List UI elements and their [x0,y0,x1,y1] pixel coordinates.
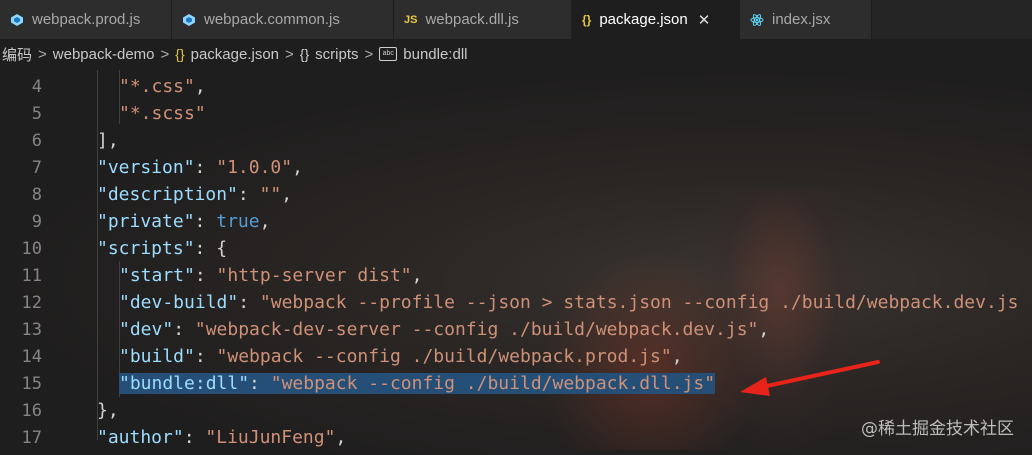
breadcrumb: 编码 > webpack-demo > {} package.json > {}… [0,39,1032,69]
string-token: "" [259,184,282,205]
key-token: "dev" [119,319,174,340]
webpack-icon [182,13,196,27]
punctuation: { [216,238,228,259]
chevron-right-icon: > [160,45,170,63]
key-token: "start" [119,265,195,286]
string-token: "*.css" [119,76,195,97]
line-number: 11 [21,265,42,286]
key-token: "private" [97,211,195,232]
line-number: 4 [31,76,42,97]
key-token: "dev-build" [119,292,239,313]
code-line: 9 "private": true, [0,208,1032,235]
string-token: "webpack-dev-server --config ./build/web… [194,319,759,340]
boolean-token: true [216,211,260,232]
key-token: "scripts" [97,238,195,259]
tab-webpack-dll[interactable]: JS webpack.dll.js [394,0,572,39]
key-token: "version" [97,157,195,178]
breadcrumb-item-file[interactable]: package.json [191,46,279,63]
punctuation: : [194,157,217,178]
punctuation: : [173,319,195,340]
tab-label: webpack.prod.js [32,11,141,28]
json-icon: {} [175,46,185,62]
string-token: "LiuJunFeng" [205,427,336,448]
json-icon: {} [582,12,592,27]
string-token: "*.scss" [119,103,206,124]
tab-webpack-prod[interactable]: webpack.prod.js [0,0,172,39]
punctuation: : [194,238,217,259]
text-selection[interactable]: "bundle:dll": "webpack --config ./build/… [119,373,716,394]
code-line: 13 "dev": "webpack-dev-server --config .… [0,316,1032,343]
key-token: "bundle:dll" [119,373,250,394]
chevron-right-icon: > [285,45,294,63]
string-property-icon: abc [379,47,398,61]
object-icon: {} [299,46,310,62]
line-number: 17 [21,427,42,448]
annotation-arrow-icon [740,360,880,396]
code-line: 8 "description": "", [0,181,1032,208]
key-token: "description" [97,184,238,205]
punctuation: : [183,427,206,448]
string-token: "webpack --config ./build/webpack.dll.js… [270,373,716,394]
string-token: "webpack --profile --json > stats.json -… [259,292,1019,313]
code-line: 5 "*.scss" [0,100,1032,127]
line-number: 16 [21,400,42,421]
webpack-icon [10,13,24,27]
tab-index-jsx[interactable]: index.jsx [740,0,872,39]
punctuation: , [671,346,683,367]
line-number: 8 [31,184,42,205]
punctuation: , [758,319,770,340]
line-number: 6 [31,130,42,151]
line-number: 5 [31,103,42,124]
punctuation: : [194,211,217,232]
string-token: "1.0.0" [216,157,293,178]
punctuation: : [249,373,271,394]
punctuation: : [194,346,217,367]
breadcrumb-item-scripts[interactable]: scripts [315,46,358,63]
punctuation: , [194,76,206,97]
punctuation: ], [97,130,119,151]
line-number: 7 [31,157,42,178]
breadcrumb-item-project[interactable]: webpack-demo [53,46,155,63]
line-number: 15 [21,373,42,394]
tab-label: webpack.dll.js [425,11,519,28]
code-line: 10 "scripts": { [0,235,1032,262]
tab-label: index.jsx [772,11,831,28]
watermark: @稀土掘金技术社区 [861,419,1014,439]
punctuation: , [292,157,303,178]
close-icon[interactable]: ✕ [698,11,711,29]
code-line: 11 "start": "http-server dist", [0,262,1032,289]
line-number: 13 [21,319,42,340]
code-line: 6 ], [0,127,1032,154]
punctuation: , [335,427,347,448]
key-token: "build" [119,346,195,367]
tab-label: package.json [599,11,688,28]
punctuation: , [411,265,423,286]
punctuation: , [281,184,293,205]
breadcrumb-item-root[interactable]: 编码 [2,44,32,65]
line-number: 12 [21,292,42,313]
key-token: "author" [97,427,184,448]
code-line: 12 "dev-build": "webpack --profile --jso… [0,289,1032,316]
line-number: 9 [31,211,42,232]
code-line: 4 "*.css", [0,73,1032,100]
string-token: "webpack --config ./build/webpack.prod.j… [216,346,672,367]
tab-package-json[interactable]: {} package.json ✕ [572,0,740,39]
punctuation: , [259,211,271,232]
punctuation: : [194,265,217,286]
code-line: 7 "version": "1.0.0", [0,154,1032,181]
punctuation: : [237,184,260,205]
punctuation: : [238,292,260,313]
chevron-right-icon: > [364,45,374,63]
editor-tab-bar: webpack.prod.js webpack.common.js JS web… [0,0,1032,39]
react-icon [750,13,764,27]
punctuation: }, [97,400,119,421]
breadcrumb-item-bundle-dll[interactable]: bundle:dll [403,46,467,63]
tab-label: webpack.common.js [204,11,340,28]
line-number: 14 [21,346,42,367]
line-number: 10 [21,238,42,259]
tab-webpack-common[interactable]: webpack.common.js [172,0,394,39]
js-icon: JS [404,13,418,26]
string-token: "http-server dist" [216,265,412,286]
chevron-right-icon: > [38,45,47,63]
